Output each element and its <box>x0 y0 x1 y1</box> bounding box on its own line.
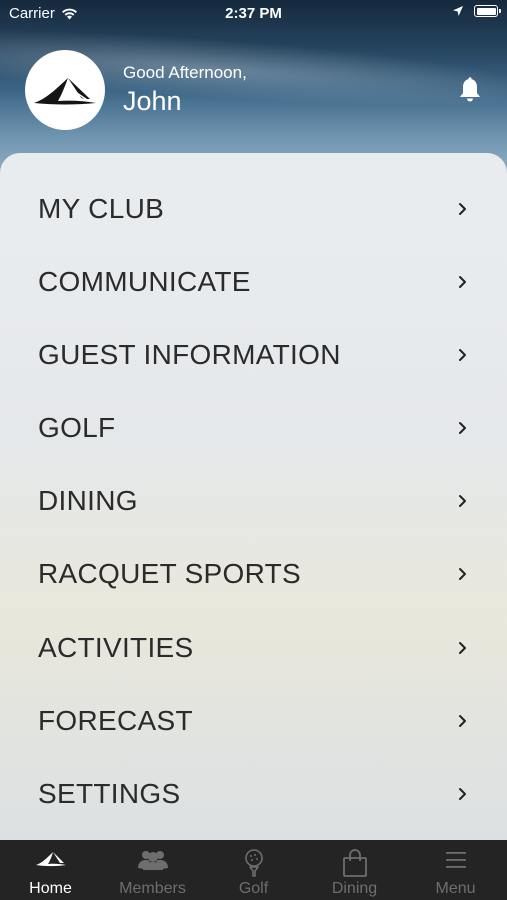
menu-item-label: FORECAST <box>38 704 193 736</box>
tab-menu[interactable]: Menu <box>405 840 506 900</box>
user-name: John <box>123 86 182 116</box>
chevron-right-icon <box>459 641 466 654</box>
menu-item-label: COMMUNICATE <box>38 265 251 297</box>
chevron-right-icon <box>459 348 466 361</box>
menu-item-label: SETTINGS <box>38 777 181 809</box>
menu-item-label: ACTIVITIES <box>38 631 194 663</box>
status-right <box>452 5 501 17</box>
club-logo-icon <box>35 852 66 867</box>
main-menu: MY CLUB COMMUNICATE GUEST INFORMATION GO… <box>0 153 507 853</box>
status-bar: Carrier 2:37 PM <box>0 0 507 28</box>
tab-dining[interactable]: Dining <box>304 840 405 900</box>
club-logo <box>25 50 105 130</box>
chevron-right-icon <box>459 787 466 800</box>
menu-item-forecast[interactable]: FORECAST <box>0 684 507 757</box>
chevron-right-icon <box>459 202 466 215</box>
hamburger-menu-icon <box>445 852 466 868</box>
menu-item-dining[interactable]: DINING <box>0 464 507 537</box>
chevron-right-icon <box>459 567 466 580</box>
menu-item-label: RACQUET SPORTS <box>38 557 301 589</box>
members-icon <box>137 851 168 870</box>
tab-members[interactable]: Members <box>102 840 203 900</box>
chevron-right-icon <box>459 714 466 727</box>
menu-item-racquet-sports[interactable]: RACQUET SPORTS <box>0 537 507 610</box>
menu-item-guest-information[interactable]: GUEST INFORMATION <box>0 318 507 391</box>
menu-item-label: GUEST INFORMATION <box>38 338 341 370</box>
menu-item-activities[interactable]: ACTIVITIES <box>0 611 507 684</box>
bell-icon[interactable] <box>458 77 482 103</box>
shopping-bag-icon <box>342 849 367 877</box>
tab-label: Home <box>29 880 72 897</box>
menu-item-label: GOLF <box>38 411 116 443</box>
chevron-right-icon <box>459 275 466 288</box>
tab-bar: Home Members Golf Dining Menu <box>0 840 507 900</box>
club-logo-icon <box>34 78 96 105</box>
menu-item-golf[interactable]: GOLF <box>0 391 507 464</box>
menu-item-settings[interactable]: SETTINGS <box>0 757 507 830</box>
battery-icon <box>474 5 501 17</box>
home-screen: Carrier 2:37 PM Good Afternoon, John MY … <box>0 0 507 900</box>
menu-item-my-club[interactable]: MY CLUB <box>0 172 507 245</box>
location-arrow-icon <box>453 6 463 16</box>
menu-item-label: MY CLUB <box>38 192 165 224</box>
tab-golf[interactable]: Golf <box>203 840 304 900</box>
chevron-right-icon <box>459 421 466 434</box>
tab-label: Menu <box>435 880 476 897</box>
menu-item-label: DINING <box>38 484 138 516</box>
status-time: 2:37 PM <box>225 5 282 22</box>
chevron-right-icon <box>459 494 466 507</box>
golf-ball-icon <box>244 849 263 877</box>
menu-item-communicate[interactable]: COMMUNICATE <box>0 245 507 318</box>
tab-label: Golf <box>238 880 269 897</box>
tab-home[interactable]: Home <box>0 840 101 900</box>
greeting-text: Good Afternoon, <box>123 63 247 82</box>
tab-label: Members <box>119 880 186 897</box>
tab-label: Dining <box>331 880 378 897</box>
